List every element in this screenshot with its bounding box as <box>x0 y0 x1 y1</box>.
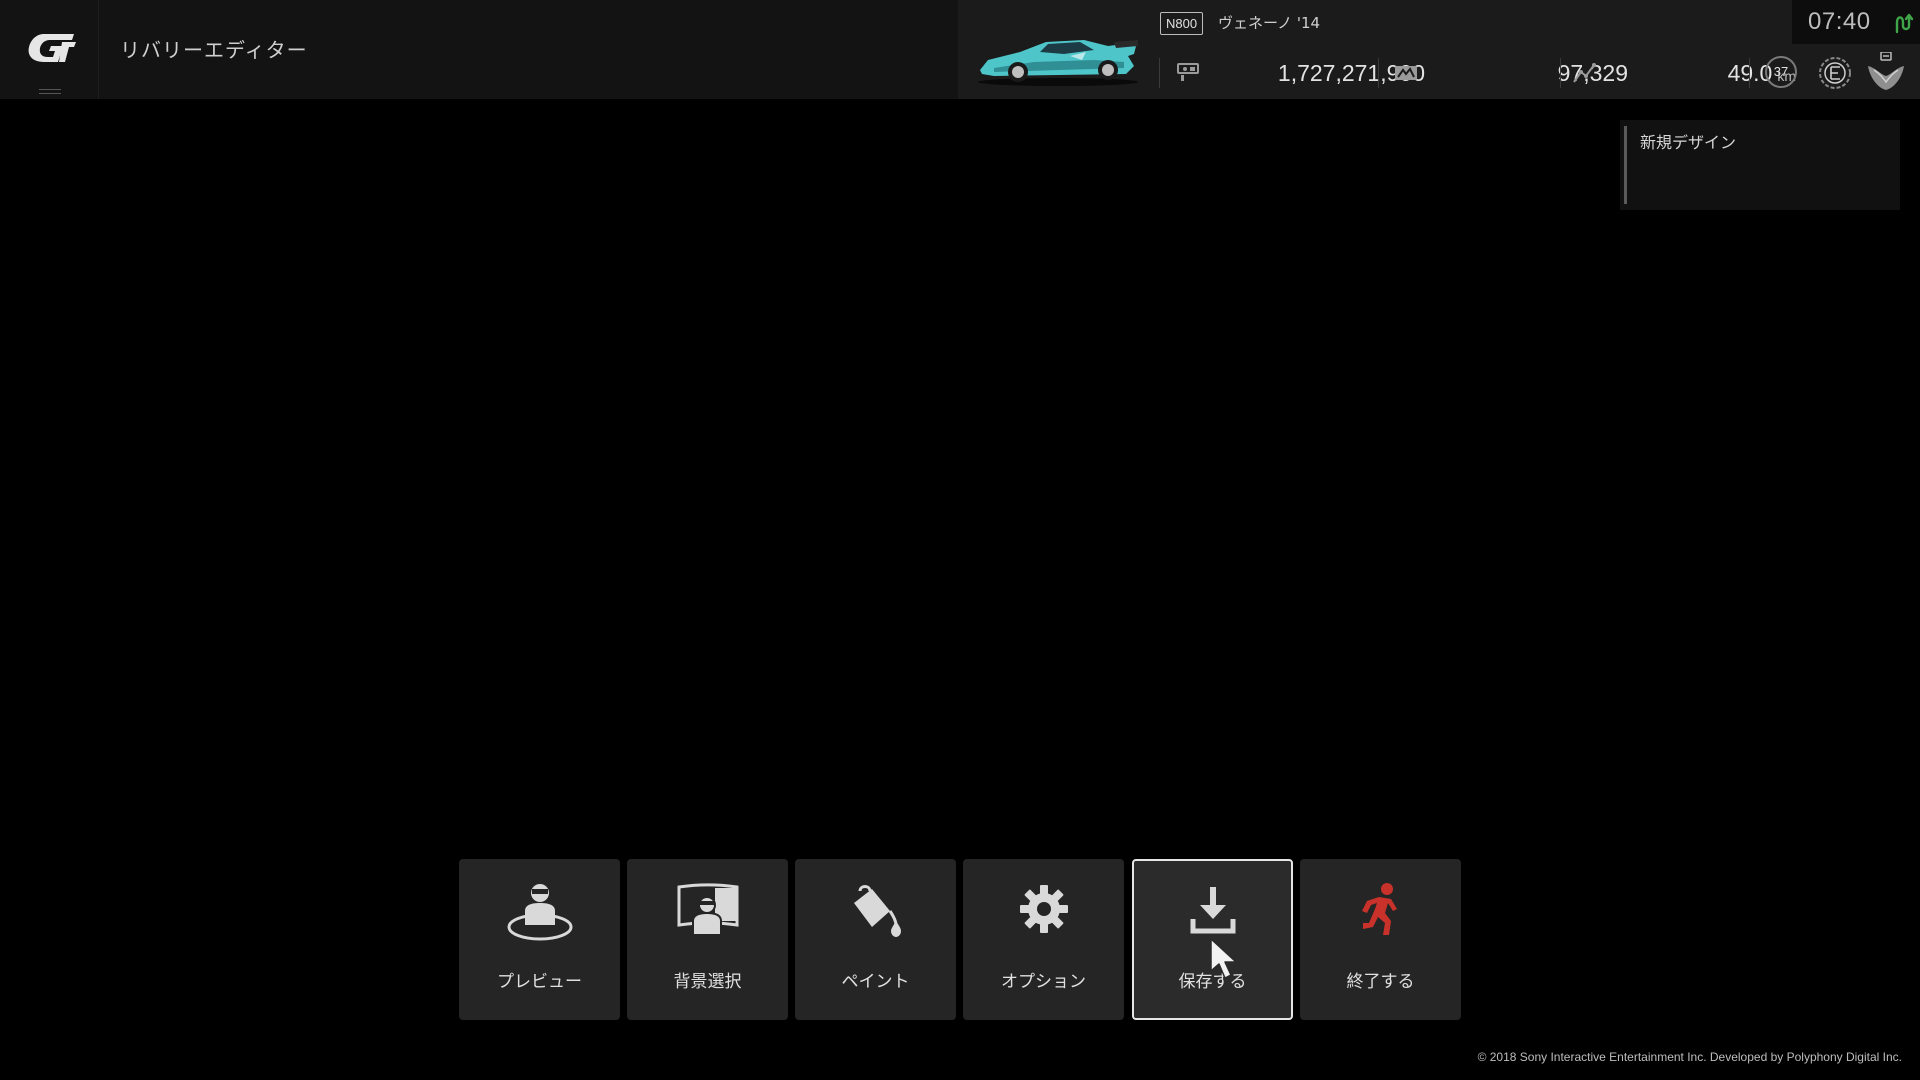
copyright-notice: © 2018 Sony Interactive Entertainment In… <box>1477 1050 1902 1064</box>
background-select-icon <box>677 883 738 936</box>
connection-status-icon <box>1895 13 1914 34</box>
preview-label: プレビュー <box>497 972 582 992</box>
divider <box>1378 58 1379 88</box>
exit-label: 終了する <box>1346 972 1415 992</box>
preview-button[interactable]: プレビュー <box>459 859 620 1020</box>
paint-button[interactable]: ペイント <box>795 859 956 1020</box>
clock-time: 07:40 <box>1808 8 1871 35</box>
clock-panel: 07:40 <box>1792 0 1920 44</box>
manufacturer-emblem-icon[interactable] <box>1866 52 1906 92</box>
paint-label: ペイント <box>841 972 910 992</box>
background-select-label: 背景選択 <box>673 972 742 992</box>
header-bar: リバリーエディター <box>0 0 958 99</box>
player-level-badge[interactable]: 37 <box>1765 56 1797 88</box>
gt-logo-icon <box>28 34 76 62</box>
menu-indicator <box>39 89 61 94</box>
driver-rank-e-icon[interactable] <box>1816 56 1854 90</box>
background-select-button[interactable]: 背景選択 <box>627 859 788 1020</box>
distance-graph-icon <box>1573 63 1596 83</box>
exit-running-icon <box>1361 883 1397 935</box>
credits-icon <box>1177 63 1199 81</box>
design-name-panel: 新規デザイン <box>1620 120 1900 210</box>
paint-bucket-icon <box>853 885 901 937</box>
divider <box>1159 58 1160 88</box>
options-label: オプション <box>1001 972 1086 992</box>
divider <box>1560 58 1561 88</box>
design-name: 新規デザイン <box>1640 133 1737 152</box>
save-download-icon <box>1190 887 1235 934</box>
home-menu-button[interactable] <box>0 0 99 99</box>
divider <box>1749 58 1750 88</box>
panel-accent-bar <box>1624 126 1627 204</box>
mileage-points-value: 97,329 <box>1557 60 1628 86</box>
preview-icon <box>507 884 572 941</box>
page-title: リバリーエディター <box>120 38 308 62</box>
mileage-points-icon <box>1395 66 1417 80</box>
gear-icon <box>1019 885 1068 933</box>
options-button[interactable]: オプション <box>963 859 1124 1020</box>
exit-button[interactable]: 終了する <box>1300 859 1461 1020</box>
car-name: ヴェネーノ '14 <box>1218 14 1321 32</box>
car-class-badge: N800 <box>1160 12 1204 35</box>
car-thumbnail <box>978 40 1138 86</box>
livery-editor-screen: リバリーエディター N800 ヴェネーノ '14 1,727,271,900 9… <box>0 0 1920 1080</box>
mouse-cursor-icon <box>1210 938 1237 979</box>
editor-main-menu: プレビュー 背景選択 ペイント オプション 保存する 終了する <box>459 859 1461 1021</box>
